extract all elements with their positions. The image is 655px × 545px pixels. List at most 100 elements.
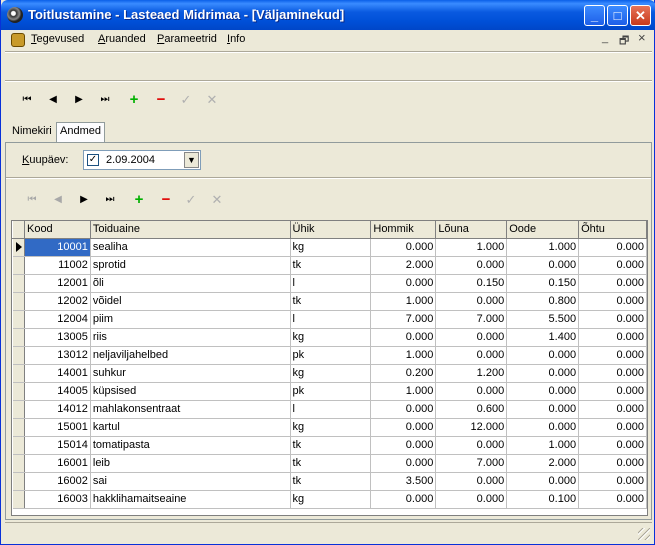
cell-kood[interactable]: 15014 (24, 436, 91, 455)
cell-uhik[interactable]: kg (290, 418, 372, 437)
detail-cancel-button[interactable]: ✕ (208, 192, 226, 208)
cell-toiduaine[interactable]: piim (90, 310, 291, 329)
cell-louna[interactable]: 0.000 (435, 346, 508, 365)
cell-hommik[interactable]: 2.000 (370, 256, 437, 275)
detail-first-record-button[interactable]: ⏮ (23, 192, 41, 208)
mdi-close-button[interactable]: × (638, 30, 646, 45)
data-grid[interactable]: Kood Toiduaine Ühik Hommik Lõuna Oode Õh… (11, 220, 648, 516)
cell-oode[interactable]: 1.400 (506, 328, 580, 347)
table-row[interactable]: 11002 sprotid tk 2.000 0.000 0.000 0.000 (12, 256, 647, 275)
cell-louna[interactable]: 0.000 (435, 472, 508, 491)
detail-next-record-button[interactable]: ▶ (75, 192, 93, 208)
cell-kood[interactable]: 16003 (24, 490, 91, 509)
mdi-minimize-button[interactable]: _ (602, 32, 608, 44)
resize-grip[interactable] (638, 528, 650, 540)
table-row[interactable]: 14005 küpsised pk 1.000 0.000 0.000 0.000 (12, 382, 647, 401)
cell-oode[interactable]: 0.000 (506, 382, 580, 401)
date-checkbox[interactable]: ✓ (87, 154, 99, 166)
cell-louna[interactable]: 0.000 (435, 490, 508, 509)
cell-louna[interactable]: 1.000 (435, 238, 508, 257)
cell-uhik[interactable]: tk (290, 454, 372, 473)
col-header-uhik[interactable]: Ühik (289, 221, 372, 239)
cell-oode[interactable]: 2.000 (506, 454, 580, 473)
cell-oode[interactable]: 0.800 (506, 292, 580, 311)
cell-ohtu[interactable]: 0.000 (578, 328, 647, 347)
col-header-oode[interactable]: Oode (506, 221, 580, 239)
row-indicator[interactable] (12, 400, 25, 419)
cell-ohtu[interactable]: 0.000 (578, 274, 647, 293)
cell-hommik[interactable]: 1.000 (370, 346, 437, 365)
cell-uhik[interactable]: tk (290, 292, 372, 311)
table-row[interactable]: 14001 suhkur kg 0.200 1.200 0.000 0.000 (12, 364, 647, 383)
close-button[interactable]: ✕ (630, 5, 651, 26)
cell-uhik[interactable]: tk (290, 436, 372, 455)
cell-hommik[interactable]: 0.000 (370, 328, 437, 347)
row-indicator[interactable] (12, 310, 25, 329)
menu-info[interactable]: Info (227, 33, 245, 45)
cell-hommik[interactable]: 0.000 (370, 436, 437, 455)
cell-uhik[interactable]: tk (290, 472, 372, 491)
table-row[interactable]: 12004 piim l 7.000 7.000 5.500 0.000 (12, 310, 647, 329)
cell-kood[interactable]: 14001 (24, 364, 91, 383)
cell-oode[interactable]: 0.150 (506, 274, 580, 293)
first-record-button[interactable]: ⏮ (18, 92, 36, 108)
menu-tegevused[interactable]: Tegevused (31, 33, 84, 45)
cell-louna[interactable]: 1.200 (435, 364, 508, 383)
cell-toiduaine[interactable]: neljaviljahelbed (90, 346, 291, 365)
cell-toiduaine[interactable]: sai (90, 472, 291, 491)
row-indicator[interactable] (12, 292, 25, 311)
cell-oode[interactable]: 1.000 (506, 436, 580, 455)
cell-ohtu[interactable]: 0.000 (578, 364, 647, 383)
cell-louna[interactable]: 0.150 (435, 274, 508, 293)
cell-oode[interactable]: 0.000 (506, 418, 580, 437)
cell-louna[interactable]: 12.000 (435, 418, 508, 437)
cell-ohtu[interactable]: 0.000 (578, 436, 647, 455)
row-indicator[interactable] (12, 238, 25, 257)
cell-kood[interactable]: 16002 (24, 472, 91, 491)
row-indicator[interactable] (12, 436, 25, 455)
cell-hommik[interactable]: 0.000 (370, 454, 437, 473)
cell-uhik[interactable]: kg (290, 364, 372, 383)
detail-add-record-button[interactable]: + (130, 192, 148, 208)
table-row[interactable]: 13005 riis kg 0.000 0.000 1.400 0.000 (12, 328, 647, 347)
cell-uhik[interactable]: kg (290, 238, 372, 257)
last-record-button[interactable]: ⏭ (96, 92, 114, 108)
cell-hommik[interactable]: 0.000 (370, 238, 437, 257)
cell-louna[interactable]: 0.000 (435, 292, 508, 311)
col-header-louna[interactable]: Lõuna (435, 221, 508, 239)
date-picker[interactable]: ✓ 2.09.2004 ▼ (83, 150, 201, 170)
row-indicator[interactable] (12, 256, 25, 275)
cell-ohtu[interactable]: 0.000 (578, 418, 647, 437)
add-record-button[interactable]: + (125, 92, 143, 108)
cell-ohtu[interactable]: 0.000 (578, 256, 647, 275)
cell-hommik[interactable]: 7.000 (370, 310, 437, 329)
table-row[interactable]: 13012 neljaviljahelbed pk 1.000 0.000 0.000 0.… (12, 346, 647, 365)
cell-ohtu[interactable]: 0.000 (578, 238, 647, 257)
table-row[interactable]: 15001 kartul kg 0.000 12.000 0.000 0.000 (12, 418, 647, 437)
cell-oode[interactable]: 0.000 (506, 364, 580, 383)
table-row[interactable]: 16001 leib tk 0.000 7.000 2.000 0.000 (12, 454, 647, 473)
cell-uhik[interactable]: l (290, 310, 372, 329)
cell-hommik[interactable]: 0.000 (370, 400, 437, 419)
cell-uhik[interactable]: pk (290, 382, 372, 401)
table-row[interactable]: 16002 sai tk 3.500 0.000 0.000 0.000 (12, 472, 647, 491)
cancel-button[interactable]: ✕ (203, 92, 221, 108)
row-indicator[interactable] (12, 364, 25, 383)
cell-kood[interactable]: 14005 (24, 382, 91, 401)
cell-ohtu[interactable]: 0.000 (578, 490, 647, 509)
cell-toiduaine[interactable]: õli (90, 274, 291, 293)
table-row[interactable]: 10001 sealiha kg 0.000 1.000 1.000 0.000 (12, 238, 647, 257)
col-header-hommik[interactable]: Hommik (370, 221, 437, 239)
cell-louna[interactable]: 0.000 (435, 382, 508, 401)
cell-hommik[interactable]: 0.000 (370, 490, 437, 509)
detail-post-button[interactable]: ✓ (182, 192, 200, 208)
cell-toiduaine[interactable]: kartul (90, 418, 291, 437)
cell-oode[interactable]: 0.000 (506, 346, 580, 365)
cell-toiduaine[interactable]: sealiha (90, 238, 291, 257)
cell-toiduaine[interactable]: tomatipasta (90, 436, 291, 455)
row-indicator[interactable] (12, 274, 25, 293)
cell-toiduaine[interactable]: leib (90, 454, 291, 473)
delete-record-button[interactable]: − (152, 92, 170, 108)
row-indicator[interactable] (12, 346, 25, 365)
cell-louna[interactable]: 0.600 (435, 400, 508, 419)
